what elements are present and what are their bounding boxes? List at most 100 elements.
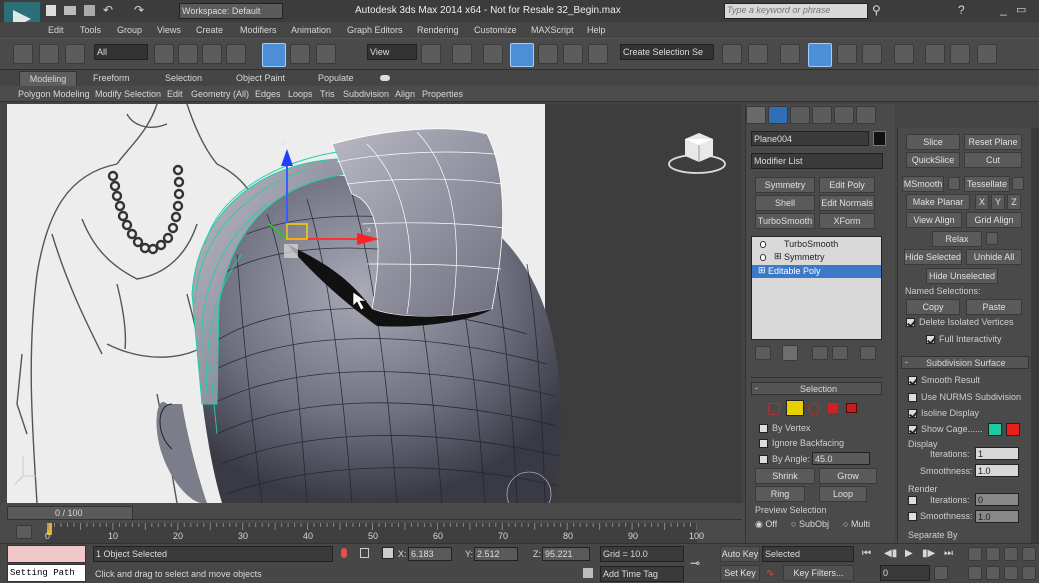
render-iterations-checkbox[interactable]: [908, 496, 917, 505]
tessellate-settings-icon[interactable]: [1012, 177, 1024, 190]
bind-space-warp-icon[interactable]: [65, 44, 85, 64]
edit-poly-button[interactable]: Edit Poly: [819, 177, 875, 193]
go-to-end-icon[interactable]: ⏭: [944, 548, 953, 559]
ribbon-loops[interactable]: Loops: [288, 89, 313, 99]
menu-tools[interactable]: Tools: [80, 25, 101, 35]
render-smoothness-spinner[interactable]: 1.0: [975, 510, 1019, 523]
curve-editor-icon[interactable]: [837, 44, 857, 64]
ribbon-polygon-modeling[interactable]: Polygon Modeling: [18, 89, 90, 99]
preview-multi-radio[interactable]: ○ Multi: [843, 519, 870, 529]
cage-color-swatch-2[interactable]: [1006, 423, 1020, 436]
create-tab-icon[interactable]: [746, 106, 766, 124]
pan-icon[interactable]: [986, 566, 1000, 580]
zoom-extents-all-icon[interactable]: [1022, 547, 1036, 561]
by-vertex-checkbox[interactable]: [759, 424, 768, 433]
display-tab-icon[interactable]: [834, 106, 854, 124]
show-cage-checkbox[interactable]: [908, 425, 917, 434]
help-icon[interactable]: ?: [958, 3, 965, 17]
zoom-icon[interactable]: [968, 547, 982, 561]
pivot-center-icon[interactable]: [421, 44, 441, 64]
unhide-all-button[interactable]: Unhide All: [966, 249, 1022, 265]
element-mode-icon[interactable]: [846, 403, 857, 413]
isolate-icon[interactable]: [341, 548, 347, 558]
bulb-icon[interactable]: [760, 241, 766, 248]
menu-help[interactable]: Help: [587, 25, 606, 35]
menu-edit[interactable]: Edit: [48, 25, 64, 35]
current-frame-field[interactable]: 0: [880, 565, 930, 581]
panel-scrollbar[interactable]: [1031, 128, 1039, 543]
previous-frame-icon[interactable]: ◀▮: [884, 548, 897, 559]
go-to-start-icon[interactable]: ⏮: [862, 548, 871, 559]
grow-button[interactable]: Grow: [819, 468, 877, 484]
ribbon-tris[interactable]: Tris: [320, 89, 335, 99]
menu-animation[interactable]: Animation: [291, 25, 331, 35]
snaps-toggle-icon[interactable]: [510, 43, 534, 67]
stack-item-editable-poly[interactable]: ⊞ Editable Poly: [752, 265, 881, 278]
rotate-icon[interactable]: [290, 44, 310, 64]
link-icon[interactable]: [13, 44, 33, 64]
render-iterations-spinner[interactable]: 0: [975, 493, 1019, 506]
msmooth-settings-icon[interactable]: [948, 177, 960, 190]
select-object-icon[interactable]: [154, 44, 174, 64]
by-angle-checkbox[interactable]: [759, 455, 768, 464]
border-mode-icon[interactable]: [808, 403, 820, 415]
pin-stack-icon[interactable]: [755, 346, 771, 360]
save-icon[interactable]: [84, 5, 95, 16]
ribbon-modify-selection[interactable]: Modify Selection: [95, 89, 161, 99]
hierarchy-tab-icon[interactable]: [790, 106, 810, 124]
z-coordinate-field[interactable]: 95.221: [542, 547, 590, 561]
schematic-view-icon[interactable]: [862, 44, 882, 64]
tab-object-paint[interactable]: Object Paint: [236, 73, 285, 83]
configure-sets-icon[interactable]: [860, 346, 876, 360]
binoculars-icon[interactable]: ⚲: [872, 3, 881, 17]
menu-group[interactable]: Group: [117, 25, 142, 35]
xform-button[interactable]: XForm: [819, 213, 875, 229]
auto-key-button[interactable]: Auto Key: [720, 546, 760, 562]
percent-snap-icon[interactable]: [563, 44, 583, 64]
window-crossing-icon[interactable]: [226, 44, 246, 64]
key-curve-icon[interactable]: ∿: [766, 568, 778, 579]
ribbon-align[interactable]: Align: [395, 89, 415, 99]
select-manipulate-icon[interactable]: [452, 44, 472, 64]
workspace-dropdown[interactable]: Workspace: Default: [179, 3, 283, 19]
y-coordinate-field[interactable]: 2.512: [474, 547, 518, 561]
material-editor-icon[interactable]: [894, 44, 914, 64]
unlink-icon[interactable]: [39, 44, 59, 64]
use-nurms-checkbox[interactable]: [908, 393, 917, 402]
named-selection-dropdown[interactable]: Create Selection Se: [620, 44, 714, 60]
reset-plane-button[interactable]: Reset Plane: [964, 134, 1022, 150]
ribbon-edit[interactable]: Edit: [167, 89, 183, 99]
stack-item-symmetry[interactable]: ⊞ Symmetry: [752, 251, 881, 264]
preview-off-radio[interactable]: ◉ Off: [755, 519, 777, 530]
expand-icon[interactable]: ⊞: [774, 251, 782, 262]
quickslice-button[interactable]: QuickSlice: [906, 152, 960, 168]
maximize-viewport-icon[interactable]: [1022, 566, 1036, 580]
tab-freeform[interactable]: Freeform: [93, 73, 130, 83]
spinner-snap-icon[interactable]: [588, 44, 608, 64]
minimize-icon[interactable]: _: [1000, 2, 1007, 16]
lock-selection-icon[interactable]: [360, 548, 369, 558]
menu-create[interactable]: Create: [196, 25, 223, 35]
slice-button[interactable]: Slice: [906, 134, 960, 150]
menu-maxscript[interactable]: MAXScript: [531, 25, 574, 35]
reference-coord-dropdown[interactable]: View: [367, 44, 417, 60]
redo-icon[interactable]: ↷: [134, 3, 144, 17]
render-smoothness-checkbox[interactable]: [908, 512, 917, 521]
full-interactivity-checkbox[interactable]: [926, 335, 935, 344]
perspective-viewport[interactable]: z x: [7, 104, 742, 503]
layer-manager-icon[interactable]: [780, 44, 800, 64]
ribbon-geometry-all[interactable]: Geometry (All): [191, 89, 249, 99]
key-filters-button[interactable]: Key Filters...: [783, 565, 854, 581]
selection-filter-dropdown[interactable]: All: [94, 44, 148, 60]
y-button[interactable]: Y: [991, 194, 1005, 210]
rect-selection-icon[interactable]: [202, 44, 222, 64]
shrink-button[interactable]: Shrink: [755, 468, 815, 484]
symmetry-button[interactable]: Symmetry: [755, 177, 815, 193]
bulb-icon[interactable]: [760, 254, 766, 261]
smooth-result-checkbox[interactable]: [908, 376, 917, 385]
ribbon-options-icon[interactable]: [380, 75, 390, 81]
view-align-button[interactable]: View Align: [906, 212, 962, 228]
open-file-icon[interactable]: [64, 6, 76, 15]
set-key-button[interactable]: Set Key: [720, 565, 760, 581]
object-name-field[interactable]: Plane004: [751, 131, 869, 146]
